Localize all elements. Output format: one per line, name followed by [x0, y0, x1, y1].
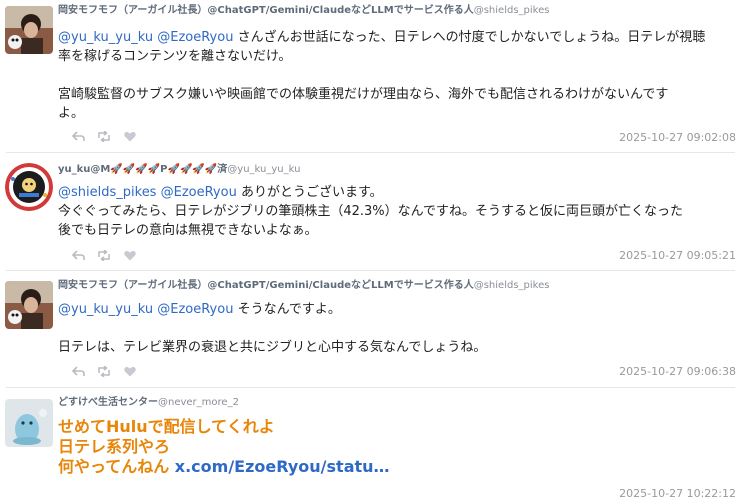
- retweet-icon[interactable]: [96, 363, 112, 379]
- post-text: @yu_ku_yu_ku @EzoeRyou そうなんですよ。 日テレは、テレビ…: [58, 300, 723, 357]
- post-text-line: 日テレ系列やろ: [58, 437, 171, 456]
- post-text: せめてHuluで配信してくれよ 日テレ系列やろ 何やってんねん x.com/Ez…: [58, 417, 723, 477]
- divider: [6, 270, 735, 271]
- avatar[interactable]: [5, 6, 53, 54]
- retweet-icon[interactable]: [96, 128, 112, 144]
- mention-link[interactable]: @EzoeRyou: [161, 185, 237, 200]
- post-text-line: ありがとうございます。: [236, 185, 383, 200]
- post-text-line: さんざんお世話になった、日テレへの忖度でしかないでしょうね。日テレが視聴: [233, 30, 706, 45]
- author-name[interactable]: 岡安モフモフ（アーガイル社長）@ChatGPT/Gemini/ClaudeなどL…: [58, 280, 474, 291]
- post-text: @shields_pikes @EzoeRyou ありがとうございます。 今ぐぐ…: [58, 183, 723, 240]
- post-text-line: せめてHuluで配信してくれよ: [58, 417, 275, 436]
- avatar[interactable]: [5, 281, 53, 329]
- mention-link[interactable]: @EzoeRyou: [157, 30, 233, 45]
- divider: [6, 387, 735, 388]
- author-handle[interactable]: @shields_pikes: [474, 5, 550, 16]
- heart-icon[interactable]: [122, 363, 138, 379]
- author-name[interactable]: yu_ku@M🚀🚀🚀🚀P🚀🚀🚀🚀済: [58, 164, 227, 175]
- timestamp[interactable]: 2025-10-27 09:05:21: [619, 249, 736, 262]
- timestamp[interactable]: 2025-10-27 09:02:08: [619, 131, 736, 144]
- author-handle[interactable]: @yu_ku_yu_ku: [227, 164, 300, 175]
- post-text-line: 後でも日テレの意向は無視できないよなぁ。: [58, 223, 318, 238]
- mention-link[interactable]: @shields_pikes: [58, 185, 156, 200]
- timeline: 岡安モフモフ（アーガイル社長）@ChatGPT/Gemini/ClaudeなどL…: [0, 0, 741, 504]
- post-text-line: 率を稼げるコンテンツを離さないだけ。: [58, 49, 292, 64]
- mention-link[interactable]: @EzoeRyou: [157, 302, 233, 317]
- heart-icon[interactable]: [122, 128, 138, 144]
- reply-icon[interactable]: [70, 128, 86, 144]
- status-link[interactable]: x.com/EzoeRyou/statu…: [175, 457, 390, 476]
- author-handle[interactable]: @shields_pikes: [474, 280, 550, 291]
- post-text: @yu_ku_yu_ku @EzoeRyou さんざんお世話になった、日テレへの…: [58, 28, 723, 123]
- reply-icon[interactable]: [70, 363, 86, 379]
- mention-link[interactable]: @yu_ku_yu_ku: [58, 302, 153, 317]
- avatar[interactable]: [5, 399, 53, 447]
- author-handle[interactable]: @never_more_2: [158, 397, 239, 408]
- post-text-line: よ。: [58, 106, 85, 121]
- author-name[interactable]: どすけべ生活センター: [58, 397, 158, 408]
- post-text-line: 宮崎駿監督のサブスク嫌いや映画館での体験重視だけが理由なら、海外でも配信されるわ…: [58, 87, 669, 102]
- timestamp[interactable]: 2025-10-27 09:06:38: [619, 365, 736, 378]
- timestamp[interactable]: 2025-10-27 10:22:12: [619, 487, 736, 500]
- retweet-icon[interactable]: [96, 247, 112, 263]
- divider: [6, 152, 735, 153]
- heart-icon[interactable]: [122, 247, 138, 263]
- author-name[interactable]: 岡安モフモフ（アーガイル社長）@ChatGPT/Gemini/ClaudeなどL…: [58, 5, 474, 16]
- mention-link[interactable]: @yu_ku_yu_ku: [58, 30, 153, 45]
- post-text-line: そうなんですよ。: [233, 302, 341, 317]
- avatar[interactable]: [5, 163, 53, 211]
- post-text-line: 日テレは、テレビ業界の衰退と共にジブリと心中する気なんでしょうね。: [58, 340, 487, 355]
- reply-icon[interactable]: [70, 247, 86, 263]
- post-text-line: 今ぐぐってみたら、日テレがジブリの筆頭株主（42.3%）なんですね。そうすると仮…: [58, 204, 683, 219]
- post-text-line: 何やってんねん: [58, 457, 170, 476]
